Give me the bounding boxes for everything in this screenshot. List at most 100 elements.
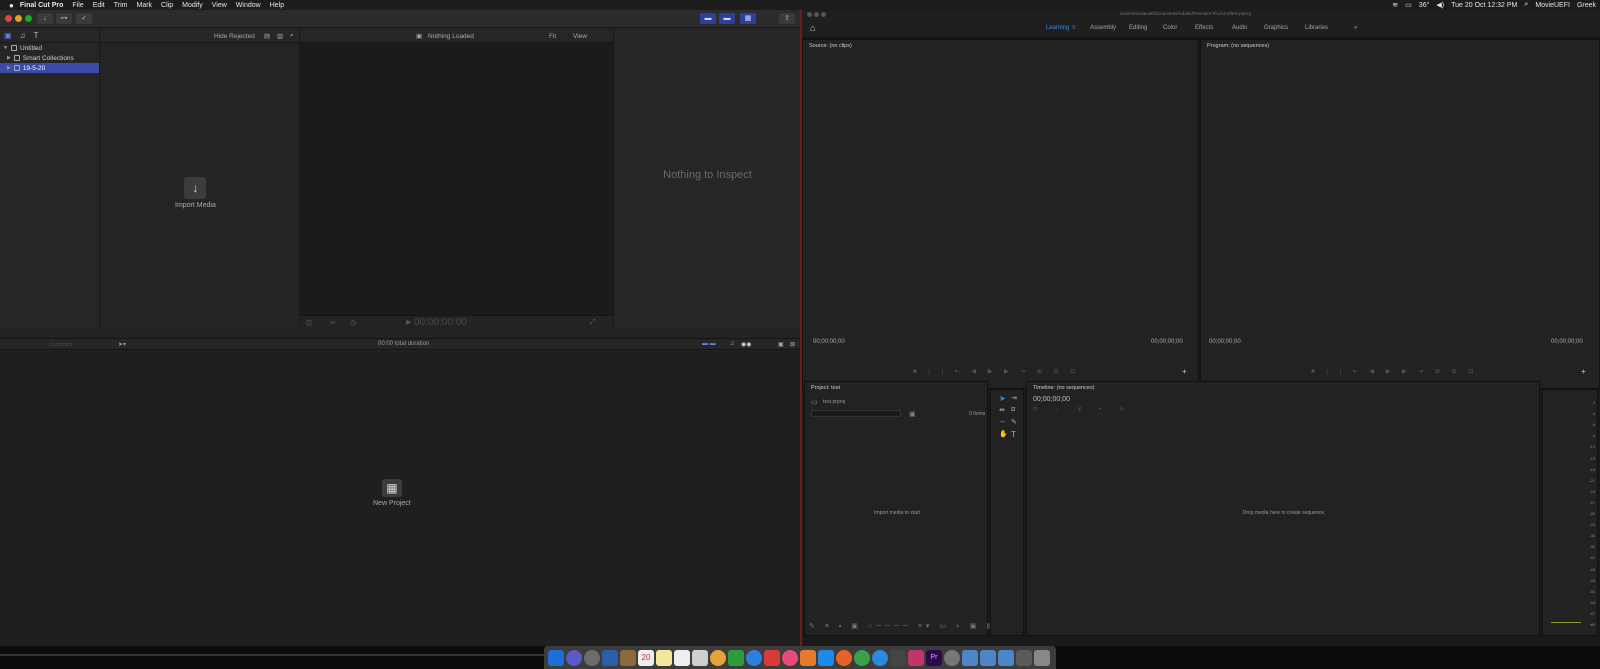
notes-icon[interactable] — [656, 649, 672, 666]
new-bin-icon[interactable]: ▣ — [909, 410, 916, 418]
project-bottom-toolbar[interactable]: ✎ ≡ ▪ ▣ ○──── ≡▾ ▭ ⌕ ▣ ▤ — [809, 622, 997, 631]
menu-view[interactable]: View — [212, 2, 227, 9]
workspace-menu-icon[interactable]: ≡ — [1072, 25, 1076, 31]
minimize-window-icon[interactable] — [814, 12, 819, 17]
import-media-button[interactable]: ↓ Import Media — [175, 177, 216, 209]
ripple-edit-tool-icon[interactable]: ⇹ — [999, 406, 1005, 414]
workspace-audio[interactable]: Audio — [1232, 25, 1247, 31]
photos-icon[interactable] — [710, 649, 726, 666]
menu-edit[interactable]: Edit — [93, 2, 105, 9]
motion-icon[interactable] — [908, 649, 924, 666]
menu-trim[interactable]: Trim — [114, 2, 128, 9]
retime-icon[interactable]: ◷ — [350, 319, 356, 327]
workspace-color[interactable]: Color — [1163, 25, 1177, 31]
battery-icon[interactable]: ▭ — [1405, 1, 1412, 9]
workspace-learning[interactable]: Learning — [1046, 25, 1069, 31]
finder-icon[interactable] — [548, 649, 564, 666]
transform-icon[interactable]: ⊡ — [306, 319, 312, 327]
libraries-tab-icon[interactable]: ▣ — [4, 31, 12, 40]
zoom-window-icon[interactable] — [25, 15, 32, 22]
app-store-icon[interactable] — [818, 649, 834, 666]
launchpad-icon[interactable] — [584, 649, 600, 666]
type-tool-icon[interactable]: T — [1011, 430, 1016, 439]
input-language[interactable]: Greek — [1577, 2, 1596, 9]
workspace-editing[interactable]: Editing — [1129, 25, 1147, 31]
slip-tool-icon[interactable]: ↔ — [999, 418, 1006, 425]
select-tool-icon[interactable]: ➤▾ — [118, 341, 126, 348]
clip-appearance-icon[interactable]: ▤ — [264, 32, 270, 40]
apple-menu-icon[interactable]: ● — [9, 1, 14, 10]
background-tasks-icon[interactable]: ✓ — [76, 13, 92, 24]
chrome-icon[interactable] — [854, 649, 870, 666]
timeline-tools[interactable]: ⊓ ∩ ⊻ • ✎ — [1033, 406, 1132, 413]
filmstrip-icon[interactable]: ▥ — [277, 32, 283, 40]
workspace-assembly[interactable]: Assembly — [1090, 25, 1116, 31]
fullscreen-icon[interactable]: ⤢ — [590, 319, 596, 327]
system-app-icon[interactable] — [602, 649, 618, 666]
program-transport-controls[interactable]: ■ | | ⇤ ◀ ▶ ▶ ⇥ ⊞ ⊟ ⊡ — [1311, 368, 1478, 375]
viewer-info-icon[interactable]: ▣ — [416, 32, 422, 40]
reminders-icon[interactable] — [674, 649, 690, 666]
library-item-untitled[interactable]: ▼ Untitled — [0, 43, 99, 53]
new-project-button[interactable]: ▦ New Project — [373, 479, 411, 507]
workspace-graphics[interactable]: Graphics — [1264, 25, 1288, 31]
books-icon[interactable] — [800, 649, 816, 666]
safari-icon[interactable] — [872, 649, 888, 666]
fit-dropdown[interactable]: Fit — [549, 33, 556, 40]
play-icon[interactable]: ▶ — [406, 318, 411, 326]
menu-help[interactable]: Help — [270, 2, 284, 9]
spotlight-icon[interactable]: ⌕ — [1524, 1, 1528, 9]
final-cut-pro-icon[interactable] — [890, 649, 906, 666]
source-add-button-icon[interactable]: + — [1182, 367, 1187, 376]
volume-icon[interactable]: ◀) — [1436, 1, 1444, 9]
show-timeline-icon[interactable]: ▬ — [719, 13, 735, 24]
show-inspector-icon[interactable]: ▦ — [740, 13, 756, 24]
titles-generators-tab-icon[interactable]: T — [34, 31, 39, 40]
firefox-icon[interactable] — [836, 649, 852, 666]
temperature-status[interactable]: 36° — [1419, 2, 1430, 9]
enhance-icon[interactable]: ✂ — [330, 319, 336, 327]
minimize-window-icon[interactable] — [15, 15, 22, 22]
disclosure-closed-icon[interactable]: ▶ — [7, 55, 11, 61]
zoom-window-icon[interactable] — [821, 12, 826, 17]
solo-icon[interactable]: ◉◉ — [741, 341, 751, 348]
workspace-libraries[interactable]: Libraries — [1305, 25, 1328, 31]
contacts-icon[interactable] — [620, 649, 636, 666]
share-icon[interactable]: ⇪ — [779, 13, 795, 24]
facetime-icon[interactable] — [728, 649, 744, 666]
user-name[interactable]: MovieUEFI — [1535, 2, 1570, 9]
documents-folder-icon[interactable] — [998, 649, 1014, 666]
clock[interactable]: Tue 20 Oct 12:32 PM — [1451, 2, 1517, 9]
trash-icon[interactable] — [1034, 649, 1050, 666]
menu-mark[interactable]: Mark — [136, 2, 152, 9]
clip-appearance-icon[interactable]: ▣ — [778, 341, 784, 348]
news-icon[interactable] — [764, 649, 780, 666]
menu-file[interactable]: File — [72, 2, 83, 9]
wifi-icon[interactable]: ≋ — [1392, 1, 1398, 9]
menu-clip[interactable]: Clip — [161, 2, 173, 9]
home-icon[interactable]: ⌂ — [810, 23, 815, 33]
razor-tool-icon[interactable]: ⧄ — [1011, 406, 1015, 414]
system-preferences-icon[interactable] — [944, 649, 960, 666]
project-search-input[interactable] — [811, 410, 901, 417]
hand-tool-icon[interactable]: ✋ — [999, 430, 1008, 438]
append-clip-icon[interactable]: ▭▭▭▭ — [50, 341, 73, 348]
search-icon[interactable]: ⌕ — [290, 32, 294, 40]
maps-icon[interactable] — [692, 649, 708, 666]
menu-window[interactable]: Window — [236, 2, 261, 9]
siri-icon[interactable] — [566, 649, 582, 666]
workspace-effects[interactable]: Effects — [1195, 25, 1213, 31]
downloads-folder-icon[interactable] — [980, 649, 996, 666]
track-select-tool-icon[interactable]: ⇥ — [1011, 394, 1017, 402]
close-window-icon[interactable] — [5, 15, 12, 22]
photos-audio-tab-icon[interactable]: ♫ — [20, 31, 26, 40]
menu-app-name[interactable]: Final Cut Pro — [20, 2, 64, 9]
menu-modify[interactable]: Modify — [182, 2, 203, 9]
selection-tool-icon[interactable]: ➤ — [999, 394, 1006, 403]
more-workspaces-icon[interactable]: » — [1354, 25, 1357, 31]
show-browser-icon[interactable]: ▬ — [700, 13, 716, 24]
library-item-event[interactable]: ▶ 19-5-20 — [0, 63, 99, 73]
audio-skimming-icon[interactable]: ♫ — [730, 341, 735, 347]
program-add-button-icon[interactable]: + — [1581, 367, 1586, 376]
import-icon[interactable]: ↓ — [37, 13, 53, 24]
